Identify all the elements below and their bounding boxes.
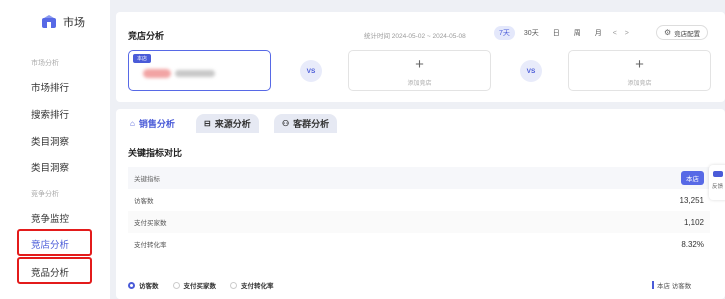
store-config-label: 竞店配置: [674, 30, 701, 38]
tab-bar: ⌂ 销售分析 ⊟ 来源分析 ⚇ 客群分析: [116, 109, 725, 133]
table-row: 支付买家数 1,102: [128, 211, 710, 233]
sidebar-item-market-rank[interactable]: 市场排行: [31, 80, 69, 94]
table-header: 关键指标 本店: [128, 167, 710, 189]
range-30d[interactable]: 30天: [519, 26, 544, 40]
vs-badge: VS: [520, 60, 542, 82]
tab-customer-analysis[interactable]: ⚇ 客群分析: [274, 114, 338, 133]
feedback-tab[interactable]: 反馈: [709, 165, 725, 200]
add-competitor-card-2[interactable]: + 添加竞店: [568, 50, 711, 91]
sidebar-item-category-insight[interactable]: 类目洞察: [31, 134, 69, 148]
radio-conversion[interactable]: 支付转化率: [230, 280, 274, 290]
range-controls: 7天 30天 日 周 月 < >: [494, 26, 631, 40]
metric-label: 支付买家数: [134, 220, 167, 227]
gear-icon: ⚙: [664, 28, 672, 37]
metric-label: 访客数: [134, 198, 154, 205]
tab-source-analysis[interactable]: ⊟ 来源分析: [196, 114, 259, 133]
plus-icon: +: [635, 56, 644, 73]
chart-legend: 本店 访客数: [652, 280, 691, 290]
range-day[interactable]: 日: [548, 26, 565, 40]
metric-radio-group: 访客数 支付买家数 支付转化率: [128, 280, 274, 290]
range-month[interactable]: 月: [590, 26, 607, 40]
sidebar-section-competition: 竞争分析: [31, 191, 59, 198]
legend-marker: [652, 281, 654, 289]
radio-label: 访客数: [139, 283, 159, 290]
sidebar-item-category-insight-2[interactable]: 类目洞察: [31, 160, 69, 174]
metric-value: 8.32%: [681, 239, 704, 249]
radio-selected-icon: [128, 282, 135, 289]
shop-icon: ⌂: [130, 119, 135, 128]
column-header: 关键指标: [134, 176, 160, 183]
own-store-card[interactable]: 本店: [128, 50, 271, 91]
main-content: 竞店分析 统计时间 2024-05-02 ~ 2024-05-08 7天 30天…: [116, 12, 725, 299]
tab-sales-analysis[interactable]: ⌂ 销售分析: [122, 114, 183, 133]
page-title: 竞店分析: [128, 31, 165, 41]
tab-label: 销售分析: [138, 119, 175, 129]
table-row: 访客数 13,251: [128, 189, 710, 211]
analysis-panel: ⌂ 销售分析 ⊟ 来源分析 ⚇ 客群分析 关键指标对比 关键指标 本店 访客数 …: [116, 109, 725, 299]
radio-icon: [172, 282, 180, 289]
brand[interactable]: 市场: [41, 14, 85, 30]
radio-visitors[interactable]: 访客数: [128, 280, 159, 290]
store-avatar-blurred: [143, 69, 171, 78]
chevron-right-icon[interactable]: >: [623, 30, 631, 37]
own-store-badge: 本店: [681, 171, 704, 185]
feedback-label: 反馈: [712, 184, 724, 190]
radio-buyers[interactable]: 支付买家数: [172, 280, 217, 290]
add-competitor-card-1[interactable]: + 添加竞店: [348, 50, 491, 91]
range-week[interactable]: 周: [569, 26, 586, 40]
store-config-button[interactable]: ⚙ 竞店配置: [656, 25, 709, 40]
brand-label: 市场: [63, 17, 85, 29]
add-competitor-label: 添加竞店: [407, 81, 432, 87]
chat-icon: [713, 171, 723, 177]
add-competitor-label: 添加竞店: [627, 81, 652, 87]
store-name-blurred: [175, 70, 215, 77]
chevron-left-icon[interactable]: <: [611, 30, 619, 37]
sidebar-item-competitor-product[interactable]: 竞品分析: [31, 265, 69, 279]
own-store-tag: 本店: [133, 54, 152, 63]
section-title: 关键指标对比: [128, 148, 183, 158]
metric-label: 支付转化率: [134, 242, 167, 249]
legend-label: 本店 访客数: [657, 283, 692, 290]
range-7d[interactable]: 7天: [494, 26, 515, 40]
radio-label: 支付转化率: [241, 283, 274, 290]
compare-panel: 竞店分析 统计时间 2024-05-02 ~ 2024-05-08 7天 30天…: [116, 12, 725, 102]
radio-label: 支付买家数: [183, 283, 217, 290]
tab-label: 客群分析: [293, 119, 330, 129]
sidebar: 市场 市场分析 市场排行 搜索排行 类目洞察 类目洞察 竞争分析 竞争监控 竞店…: [0, 0, 110, 299]
table-row: 支付转化率 8.32%: [128, 233, 710, 255]
users-icon: ⚇: [282, 119, 290, 128]
sidebar-item-competition-monitor[interactable]: 竞争监控: [31, 211, 69, 225]
tab-label: 来源分析: [214, 119, 251, 129]
sidebar-item-competitor-store[interactable]: 竞店分析: [31, 237, 69, 251]
source-icon: ⊟: [204, 119, 211, 128]
period-label: 统计时间 2024-05-02 ~ 2024-05-08: [364, 33, 466, 40]
metric-value: 13,251: [679, 195, 704, 205]
sidebar-section-market: 市场分析: [31, 60, 59, 67]
plus-icon: +: [415, 56, 424, 73]
metric-value: 1,102: [683, 217, 704, 227]
sidebar-item-search-rank[interactable]: 搜索排行: [31, 107, 69, 121]
vs-badge: VS: [300, 60, 322, 82]
radio-icon: [230, 282, 237, 289]
shop-icon: [42, 15, 56, 28]
